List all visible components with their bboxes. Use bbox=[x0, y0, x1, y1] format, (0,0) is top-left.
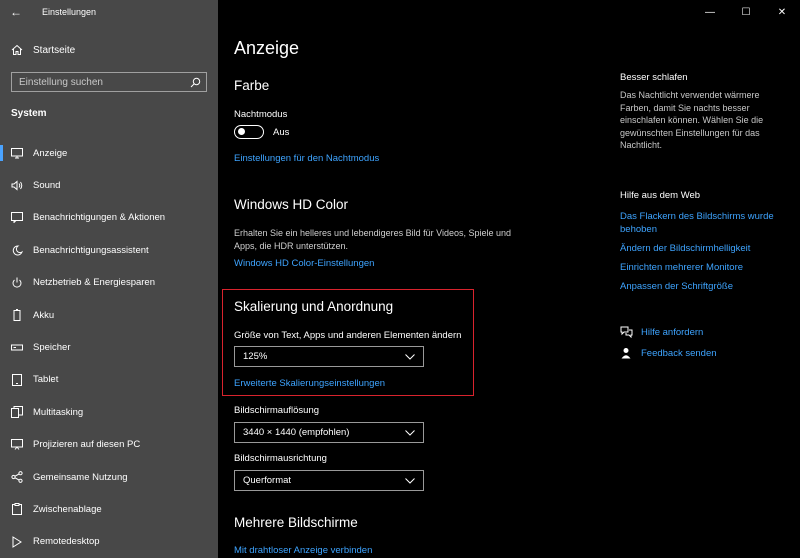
wireless-display-link[interactable]: Mit drahtloser Anzeige verbinden bbox=[234, 545, 372, 556]
get-help-label: Hilfe anfordern bbox=[641, 326, 704, 338]
sidebar-item-remotedesktop[interactable]: Remotedesktop bbox=[0, 526, 218, 558]
sidebar-item-label: Zwischenablage bbox=[33, 503, 102, 515]
help-section: Hilfe aus dem Web Das Flackern des Bilds… bbox=[620, 190, 780, 293]
help-link-monitors[interactable]: Einrichten mehrerer Monitore bbox=[620, 261, 780, 274]
maximize-button[interactable]: ☐ bbox=[728, 0, 764, 24]
remote-desktop-icon bbox=[10, 535, 24, 548]
sidebar-item-label: Projizieren auf diesen PC bbox=[33, 439, 141, 451]
sidebar-item-label: Netzbetrieb & Energiesparen bbox=[33, 277, 155, 289]
title-bar: ← Einstellungen bbox=[0, 0, 218, 24]
sidebar-item-projizieren[interactable]: Projizieren auf diesen PC bbox=[0, 429, 218, 461]
orientation-value: Querformat bbox=[243, 475, 292, 486]
notification-icon bbox=[10, 212, 24, 224]
sidebar-item-multitasking[interactable]: Multitasking bbox=[0, 396, 218, 428]
clipboard-icon bbox=[10, 503, 24, 516]
help-title: Hilfe aus dem Web bbox=[620, 190, 701, 201]
sidebar-item-akku[interactable]: Akku bbox=[0, 299, 218, 331]
feedback-label: Feedback senden bbox=[641, 347, 717, 359]
chat-help-icon bbox=[620, 326, 634, 338]
back-button[interactable]: ← bbox=[0, 0, 32, 24]
sidebar-item-tablet[interactable]: Tablet bbox=[0, 364, 218, 396]
sidebar-item-speicher[interactable]: Speicher bbox=[0, 331, 218, 363]
sidebar-item-benachrichtigungen[interactable]: Benachrichtigungen & Aktionen bbox=[0, 202, 218, 234]
resolution-value: 3440 × 1440 (empfohlen) bbox=[243, 427, 350, 438]
toggle-knob bbox=[238, 128, 245, 135]
nightmode-toggle[interactable] bbox=[234, 125, 264, 139]
sidebar-item-label: Benachrichtigungsassistent bbox=[33, 244, 149, 256]
page-title: Anzeige bbox=[234, 38, 300, 58]
chevron-down-icon bbox=[405, 353, 415, 360]
sidebar-item-label: Startseite bbox=[33, 44, 76, 56]
app-title: Einstellungen bbox=[42, 7, 97, 17]
feedback-button[interactable]: Feedback senden bbox=[620, 347, 780, 359]
nightmode-toggle-row: Aus bbox=[234, 125, 289, 139]
home-icon bbox=[10, 44, 24, 56]
sidebar-item-label: Multitasking bbox=[33, 406, 84, 418]
get-help-button[interactable]: Hilfe anfordern bbox=[620, 326, 780, 338]
sidebar-item-label: Anzeige bbox=[33, 147, 68, 159]
sidebar: ← Einstellungen Startseite System Anzeig… bbox=[0, 0, 218, 558]
sidebar-item-label: Tablet bbox=[33, 374, 59, 386]
search-input[interactable] bbox=[12, 76, 182, 88]
speaker-icon bbox=[10, 180, 24, 191]
projector-icon bbox=[10, 439, 24, 451]
sleep-title: Besser schlafen bbox=[620, 72, 688, 83]
sidebar-item-anzeige[interactable]: Anzeige bbox=[0, 137, 218, 169]
nightmode-label: Nachtmodus bbox=[234, 109, 288, 120]
chevron-down-icon bbox=[405, 429, 415, 436]
monitor-icon bbox=[10, 147, 24, 159]
resolution-label: Bildschirmauflösung bbox=[234, 405, 320, 416]
section-title: System bbox=[11, 108, 47, 119]
storage-icon bbox=[10, 342, 24, 353]
share-icon bbox=[10, 471, 24, 483]
hdr-description: Erhalten Sie ein helleres und lebendiger… bbox=[234, 228, 512, 251]
sidebar-item-label: Benachrichtigungen & Aktionen bbox=[33, 212, 166, 224]
sidebar-item-label: Gemeinsame Nutzung bbox=[33, 471, 128, 483]
feedback-icon bbox=[620, 347, 634, 359]
sidebar-item-label: Speicher bbox=[33, 342, 71, 354]
nightmode-settings-link[interactable]: Einstellungen für den Nachtmodus bbox=[234, 153, 379, 164]
sidebar-item-label: Sound bbox=[33, 180, 61, 192]
sidebar-item-sound[interactable]: Sound bbox=[0, 169, 218, 201]
help-link-brightness[interactable]: Ändern der Bildschirmhelligkeit bbox=[620, 242, 780, 255]
sleep-section: Besser schlafen Das Nachtlicht verwendet… bbox=[620, 72, 780, 152]
help-link-flicker[interactable]: Das Flackern des Bildschirms wurde behob… bbox=[620, 210, 780, 236]
search-icon[interactable] bbox=[190, 77, 201, 88]
scaling-value: 125% bbox=[243, 351, 268, 362]
multitasking-icon bbox=[10, 406, 24, 419]
advanced-scaling-link[interactable]: Erweiterte Skalierungseinstellungen bbox=[234, 378, 385, 389]
hdr-settings-link[interactable]: Windows HD Color-Einstellungen bbox=[234, 258, 374, 269]
support-section: Hilfe anfordern Feedback senden bbox=[620, 326, 780, 359]
sidebar-item-zwischenablage[interactable]: Zwischenablage bbox=[0, 493, 218, 525]
sleep-description: Das Nachtlicht verwendet wärmere Farben,… bbox=[620, 90, 764, 150]
sidebar-item-gemeinsame-nutzung[interactable]: Gemeinsame Nutzung bbox=[0, 461, 218, 493]
moon-icon bbox=[10, 245, 24, 256]
section-heading-multi: Mehrere Bildschirme bbox=[234, 515, 358, 530]
minimize-button[interactable]: — bbox=[692, 0, 728, 24]
nightmode-state: Aus bbox=[273, 126, 290, 138]
close-button[interactable]: ✕ bbox=[764, 0, 800, 24]
search-box[interactable] bbox=[11, 72, 207, 92]
sidebar-item-home[interactable]: Startseite bbox=[0, 40, 218, 60]
sidebar-item-benachrichtigungsassistent[interactable]: Benachrichtigungsassistent bbox=[0, 234, 218, 266]
scaling-size-label: Größe von Text, Apps und anderen Element… bbox=[234, 330, 462, 341]
scaling-dropdown[interactable]: 125% bbox=[234, 346, 424, 367]
orientation-dropdown[interactable]: Querformat bbox=[234, 470, 424, 491]
battery-icon bbox=[10, 309, 24, 322]
window-controls: — ☐ ✕ bbox=[692, 0, 800, 24]
tablet-icon bbox=[10, 373, 24, 386]
sidebar-item-netzbetrieb[interactable]: Netzbetrieb & Energiesparen bbox=[0, 267, 218, 299]
resolution-dropdown[interactable]: 3440 × 1440 (empfohlen) bbox=[234, 422, 424, 443]
help-link-font-size[interactable]: Anpassen der Schriftgröße bbox=[620, 280, 780, 293]
sidebar-nav: Anzeige Sound Benachrichtigungen & Aktio… bbox=[0, 137, 218, 558]
section-heading-scaling: Skalierung und Anordnung bbox=[234, 299, 394, 314]
chevron-down-icon bbox=[405, 477, 415, 484]
section-heading-hdr: Windows HD Color bbox=[234, 197, 349, 212]
orientation-label: Bildschirmausrichtung bbox=[234, 453, 327, 464]
power-icon bbox=[10, 277, 24, 289]
section-heading-farbe: Farbe bbox=[234, 78, 270, 93]
sidebar-item-label: Remotedesktop bbox=[33, 536, 100, 548]
sidebar-item-label: Akku bbox=[33, 309, 55, 321]
